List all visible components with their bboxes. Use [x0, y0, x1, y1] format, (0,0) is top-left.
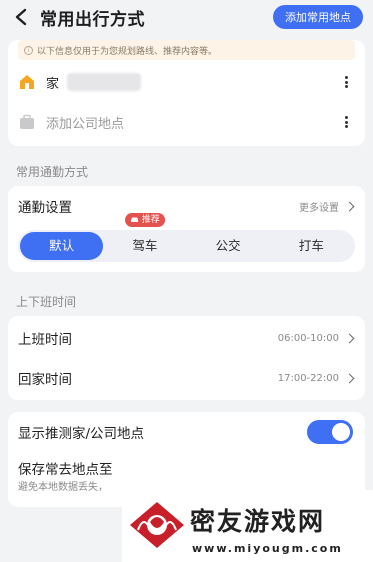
mode-default[interactable]: 默认 [20, 232, 104, 260]
info-icon: i [24, 45, 33, 55]
home-icon [20, 75, 34, 89]
go-home-value: 17:00-22:00 [277, 372, 339, 384]
add-place-button[interactable]: 添加常用地点 [273, 5, 363, 29]
show-predicted-label: 显示推测家/公司地点 [18, 426, 145, 442]
more-settings-link[interactable]: 更多设置 [299, 199, 339, 214]
home-row[interactable]: 家 [8, 62, 365, 102]
chevron-right-icon [344, 201, 355, 211]
show-predicted-toggle[interactable] [307, 420, 353, 444]
commute-section-title: 常用通勤方式 [16, 164, 89, 179]
worktime-section-title: 上下班时间 [16, 294, 77, 309]
mode-drive[interactable]: 推荐 驾车 [103, 213, 186, 260]
watermark-url: www.miyougm.com [192, 542, 343, 555]
chevron-right-icon [344, 333, 355, 343]
commute-mode-selector: 默认 推荐 驾车 公交 打车 [18, 213, 355, 262]
home-more-icon[interactable] [339, 74, 353, 90]
company-more-icon[interactable] [339, 114, 353, 130]
go-to-work-label: 上班时间 [18, 332, 72, 348]
worktime-card: 上班时间 06:00-10:00 回家时间 17:00-22:00 [8, 316, 365, 400]
home-address-blurred [67, 73, 142, 91]
go-to-work-row[interactable]: 上班时间 06:00-10:00 [8, 318, 365, 358]
commute-card: 通勤设置 更多设置 默认 推荐 驾车 公交 打车 [8, 186, 365, 272]
back-button[interactable] [14, 6, 36, 28]
watermark-title: 密友游戏网 [190, 507, 326, 536]
go-to-work-value: 06:00-10:00 [277, 332, 339, 344]
commute-settings-label: 通勤设置 [18, 200, 72, 216]
home-label: 家 [46, 76, 60, 92]
mode-taxi[interactable]: 打车 [270, 232, 353, 260]
chevron-right-icon [344, 373, 355, 383]
header: 常用出行方式 添加常用地点 [0, 0, 373, 34]
company-row[interactable]: 添加公司地点 [8, 102, 365, 142]
watermark-logo-icon [130, 502, 184, 548]
car-icon [130, 217, 138, 222]
places-card: i 以下信息仅用于为您规划路线、推荐内容等。 家 添加公司地点 [8, 40, 365, 146]
go-home-label: 回家时间 [18, 372, 72, 388]
company-label: 添加公司地点 [46, 116, 125, 132]
go-home-row[interactable]: 回家时间 17:00-22:00 [8, 358, 365, 398]
page-title: 常用出行方式 [40, 9, 145, 30]
show-predicted-row: 显示推测家/公司地点 [8, 412, 365, 452]
mode-bus[interactable]: 公交 [187, 232, 270, 260]
watermark: 密友游戏网 www.miyougm.com [122, 490, 373, 562]
briefcase-icon [20, 114, 34, 129]
recommend-badge: 推荐 [124, 213, 165, 227]
privacy-notice: i 以下信息仅用于为您规划路线、推荐内容等。 [18, 40, 355, 60]
commute-settings-row[interactable]: 通勤设置 更多设置 [8, 186, 365, 226]
chevron-left-icon [15, 8, 27, 26]
save-places-label: 保存常去地点至 [18, 462, 113, 478]
